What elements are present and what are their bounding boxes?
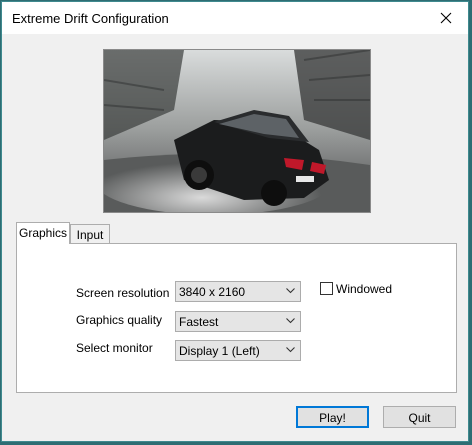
banner-image	[103, 49, 371, 213]
title-bar: Extreme Drift Configuration	[2, 2, 468, 34]
windowed-checkbox[interactable]	[320, 282, 333, 295]
quit-button[interactable]: Quit	[383, 406, 456, 428]
tab-input[interactable]: Input	[70, 224, 110, 244]
tab-input-label: Input	[76, 228, 104, 242]
graphics-quality-select[interactable]: Fastest	[175, 311, 301, 332]
tab-graphics[interactable]: Graphics	[16, 222, 70, 244]
select-monitor-value: Display 1 (Left)	[179, 344, 260, 358]
drifting-car-image	[104, 50, 370, 212]
chevron-down-icon	[286, 288, 295, 294]
window-title: Extreme Drift Configuration	[12, 11, 169, 26]
tab-graphics-label: Graphics	[18, 226, 68, 240]
windowed-label[interactable]: Windowed	[336, 282, 392, 296]
chevron-down-icon	[286, 318, 295, 324]
graphics-quality-label: Graphics quality	[76, 313, 163, 327]
select-monitor-label: Select monitor	[76, 341, 153, 355]
screen-resolution-label: Screen resolution	[76, 286, 170, 300]
select-monitor-select[interactable]: Display 1 (Left)	[175, 340, 301, 361]
chevron-down-icon	[286, 347, 295, 353]
close-button[interactable]	[424, 2, 468, 34]
close-icon	[440, 12, 452, 24]
screen-resolution-value: 3840 x 2160	[179, 285, 246, 299]
graphics-panel: Screen resolution 3840 x 2160 Windowed G…	[16, 243, 457, 393]
config-window: Extreme Drift Configuration Graphics Inp…	[1, 1, 469, 442]
screen-resolution-select[interactable]: 3840 x 2160	[175, 281, 301, 302]
play-button[interactable]: Play!	[296, 406, 369, 428]
graphics-quality-value: Fastest	[179, 315, 219, 329]
